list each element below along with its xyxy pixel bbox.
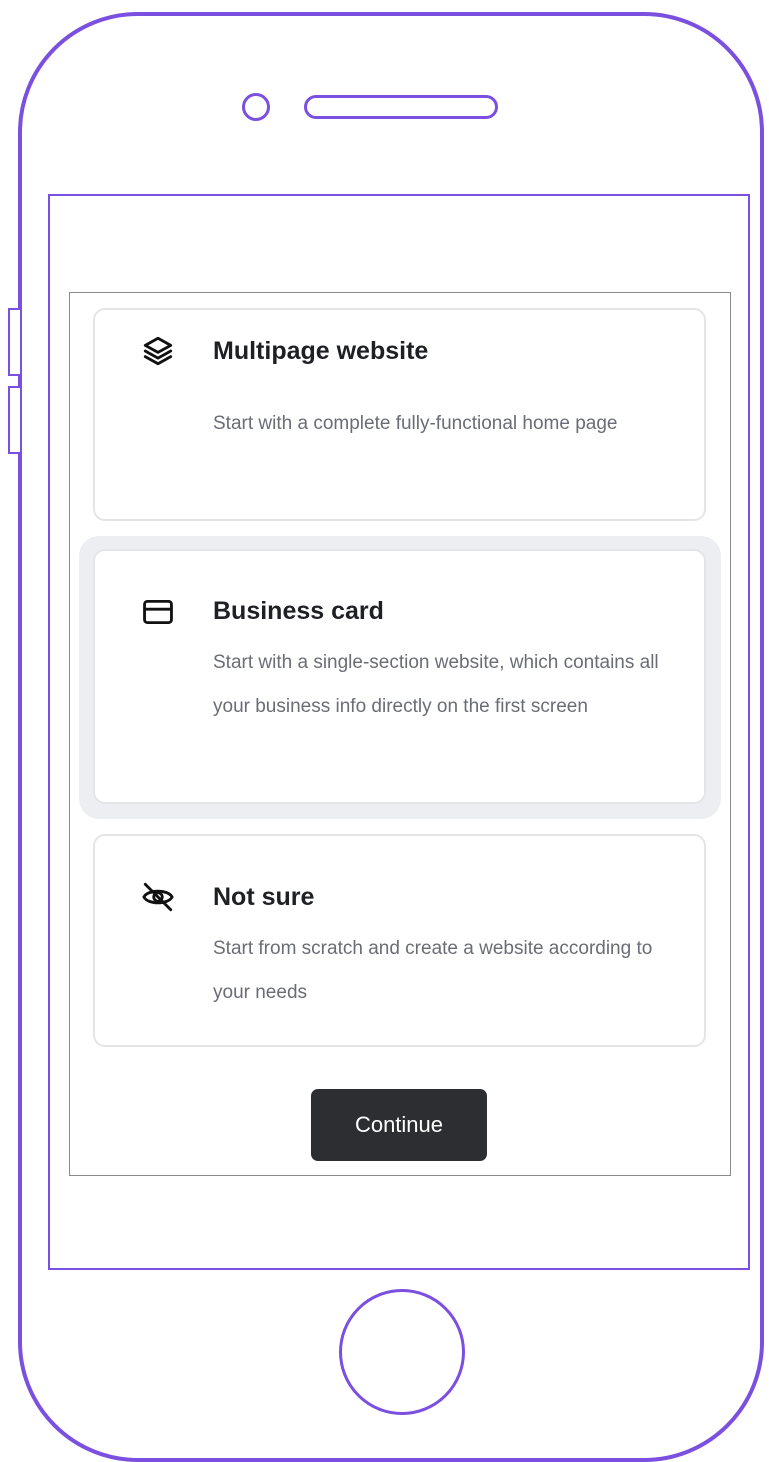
option-description: Start with a single-section website, whi… xyxy=(213,652,659,717)
option-title: Not sure xyxy=(213,883,315,911)
option-description: Start with a complete fully-functional h… xyxy=(213,413,618,434)
volume-down-button xyxy=(8,386,20,454)
option-title: Multipage website xyxy=(213,337,429,365)
option-multipage-website[interactable]: Multipage website Start with a complete … xyxy=(93,308,706,521)
home-button xyxy=(339,1289,465,1415)
front-camera xyxy=(242,93,270,121)
option-title: Business card xyxy=(213,597,384,625)
continue-button[interactable]: Continue xyxy=(311,1089,487,1161)
option-not-sure[interactable]: Not sure Start from scratch and create a… xyxy=(93,834,706,1047)
option-business-card[interactable]: Business card Start with a single-sectio… xyxy=(93,549,706,804)
volume-up-button xyxy=(8,308,20,376)
website-type-panel: Multipage website Start with a complete … xyxy=(69,292,731,1176)
layers-icon xyxy=(137,330,179,372)
eye-off-icon xyxy=(137,876,179,918)
card-icon xyxy=(137,591,179,633)
option-description: Start from scratch and create a website … xyxy=(213,938,653,1003)
speaker-grille xyxy=(304,95,498,119)
